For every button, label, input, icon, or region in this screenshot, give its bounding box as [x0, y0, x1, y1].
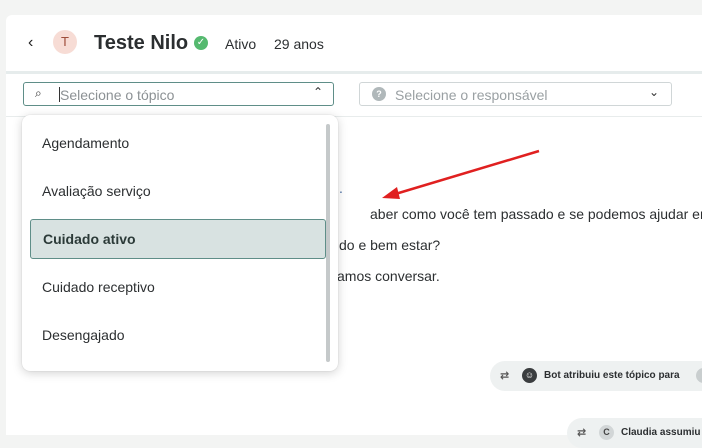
topic-option[interactable]: Agendamento — [30, 123, 326, 163]
topic-option-selected[interactable]: Cuidado ativo — [30, 219, 326, 259]
topic-dropdown-menu: Agendamento Avaliação serviço Cuidado at… — [22, 115, 338, 371]
topic-option[interactable]: Avaliação serviço — [30, 171, 326, 211]
topic-option[interactable]: Desengajado — [30, 315, 326, 355]
scrollbar-thumb[interactable] — [326, 124, 330, 362]
dropdown-scrollbar[interactable] — [326, 124, 330, 362]
topic-option[interactable]: Cuidado receptivo — [30, 267, 326, 307]
